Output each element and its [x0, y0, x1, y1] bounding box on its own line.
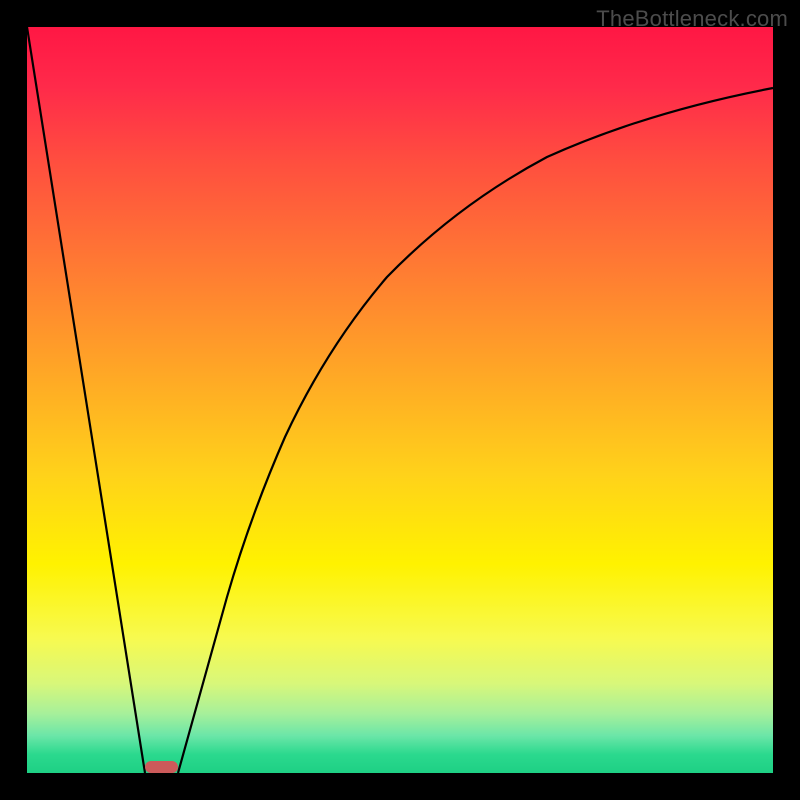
min-marker	[145, 761, 178, 773]
watermark-text: TheBottleneck.com	[596, 6, 788, 32]
right-curve	[178, 88, 773, 773]
chart-frame: TheBottleneck.com	[0, 0, 800, 800]
curve-layer	[27, 27, 773, 773]
left-line	[27, 27, 145, 773]
